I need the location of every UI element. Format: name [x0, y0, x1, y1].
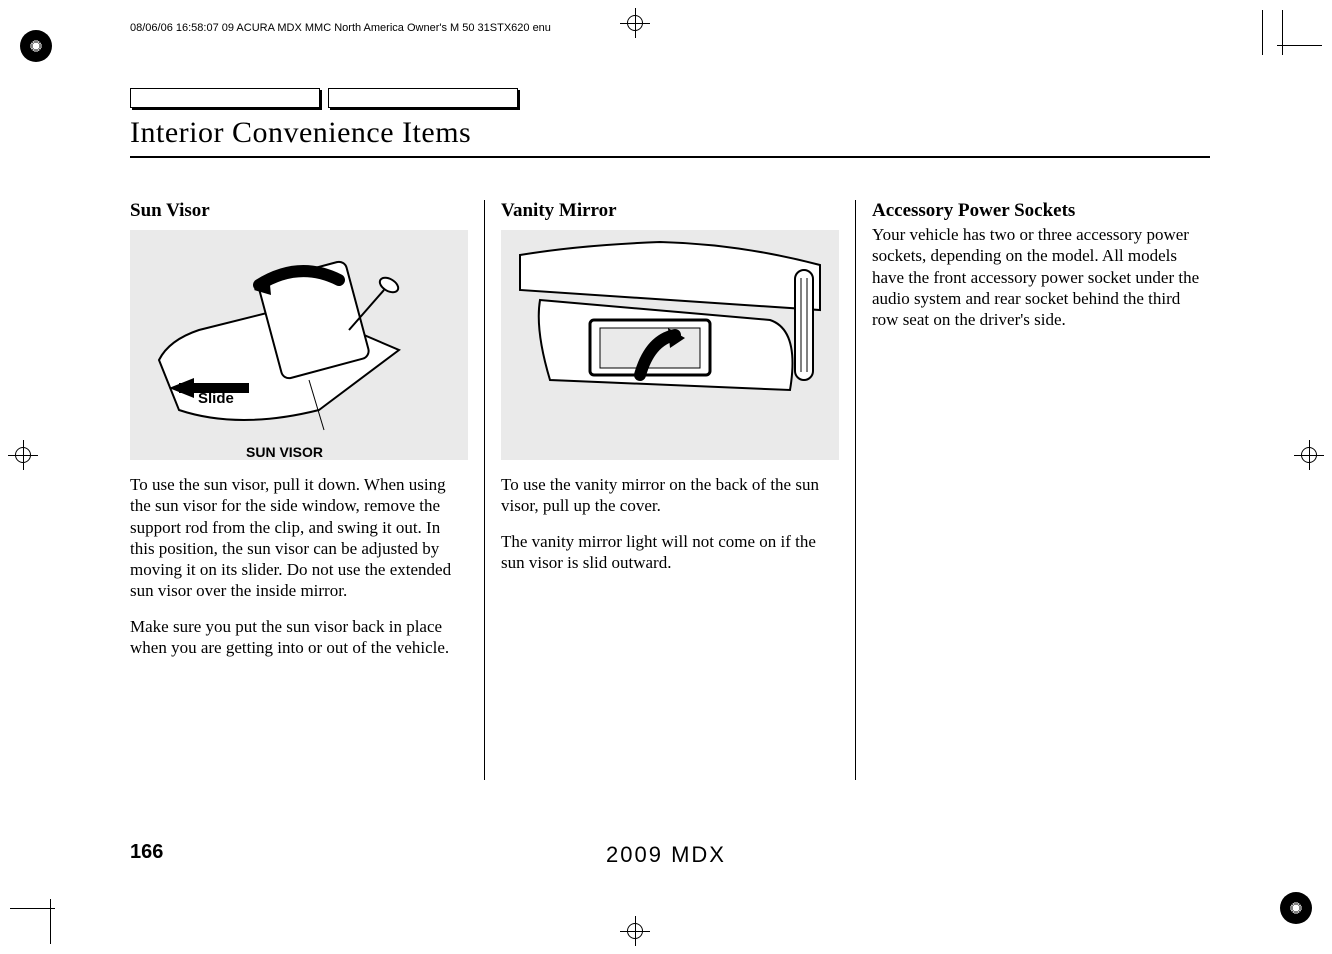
column-heading: Accessory Power Sockets [872, 200, 1075, 221]
body-paragraph: To use the vanity mirror on the back of … [501, 474, 839, 517]
body-paragraph: Your vehicle has two or three accessory … [872, 224, 1210, 330]
tab-placeholder [328, 88, 518, 108]
column-sun-visor: Sun Visor Slide SUN VISOR To use the sun… [130, 200, 484, 780]
footer-model: 2009 MDX [0, 842, 1332, 868]
content-columns: Sun Visor Slide SUN VISOR To use the sun… [130, 200, 1210, 780]
crop-mark-icon [620, 8, 650, 38]
column-vanity-mirror: Vanity Mirror To use the vanity mirror o… [485, 200, 855, 780]
crop-mark-icon [1242, 10, 1322, 70]
column-accessory-sockets: Accessory Power Sockets Your vehicle has… [856, 200, 1210, 780]
registration-mark-icon [20, 30, 52, 62]
body-paragraph: To use the sun visor, pull it down. When… [130, 474, 468, 602]
body-paragraph: Make sure you put the sun visor back in … [130, 616, 468, 659]
crop-mark-icon [10, 884, 90, 944]
header-metadata: 08/06/06 16:58:07 09 ACURA MDX MMC North… [130, 22, 551, 34]
crop-mark-icon [8, 440, 38, 470]
column-heading: Sun Visor [130, 200, 468, 222]
column-heading: Vanity Mirror [501, 200, 839, 222]
vanity-mirror-illustration [501, 230, 839, 460]
tab-placeholder [130, 88, 320, 108]
crop-mark-icon [1294, 440, 1324, 470]
body-paragraph: The vanity mirror light will not come on… [501, 531, 839, 574]
page-content: Interior Convenience Items Sun Visor Sli… [130, 88, 1210, 780]
tab-placeholders [130, 88, 1210, 108]
sun-visor-illustration: Slide SUN VISOR [130, 230, 468, 460]
crop-mark-icon [620, 916, 650, 946]
registration-mark-icon [1280, 892, 1312, 924]
illustration-label: SUN VISOR [246, 444, 323, 460]
page-title: Interior Convenience Items [130, 112, 1210, 158]
illustration-label: Slide [198, 390, 234, 407]
